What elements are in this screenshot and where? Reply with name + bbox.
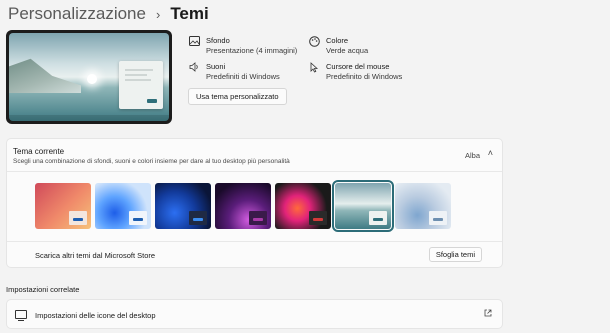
use-custom-theme-button[interactable]: Usa tema personalizzato [188, 88, 287, 105]
current-theme-header[interactable]: Tema corrente Scegli una combinazione di… [13, 147, 290, 165]
current-theme-value: Alba [464, 151, 480, 160]
browse-themes-button[interactable]: Sfoglia temi [428, 247, 482, 262]
sounds-value: Predefiniti di Windows [206, 72, 280, 81]
breadcrumb-separator-icon: › [155, 6, 161, 22]
speaker-icon [188, 62, 200, 74]
external-link-icon [484, 309, 492, 319]
preview-window-line [125, 69, 153, 71]
theme-thumbnail-accent [313, 218, 323, 221]
background-label: Sfondo [206, 36, 230, 45]
theme-preview [6, 30, 172, 124]
desktop-icon-settings-label: Impostazioni delle icone del desktop [35, 311, 156, 320]
theme-thumbnail-accent [433, 218, 443, 221]
preview-wallpaper [9, 33, 169, 121]
divider [7, 171, 502, 172]
theme-thumbnail-accent [253, 218, 263, 221]
theme-thumbnail-theme-3[interactable] [155, 183, 211, 229]
breadcrumb: Personalizzazione › Temi [8, 4, 209, 24]
theme-thumbnail-accent [73, 218, 83, 221]
cursor-value: Predefinito di Windows [326, 72, 403, 81]
chevron-up-icon[interactable]: ˄ [488, 148, 493, 158]
preview-window [119, 61, 163, 109]
page-title: Temi [170, 4, 209, 23]
cursor-icon [308, 62, 320, 74]
theme-thumbnail-accent [133, 218, 143, 221]
preview-window-line [125, 79, 151, 81]
property-sounds[interactable]: Suoni Predefiniti di Windows [188, 62, 280, 82]
preview-taskbar [9, 115, 169, 121]
sounds-label: Suoni [206, 62, 226, 71]
cursor-label: Cursore del mouse [326, 62, 390, 71]
preview-window-line [125, 74, 147, 76]
preview-window-button [147, 99, 157, 103]
palette-icon [308, 36, 320, 48]
theme-thumbnail-accent [373, 218, 383, 221]
color-value: Verde acqua [326, 46, 369, 55]
current-theme-subtitle: Scegli una combinazione di sfondi, suoni… [13, 158, 290, 165]
breadcrumb-parent[interactable]: Personalizzazione [8, 4, 146, 24]
monitor-icon [15, 310, 27, 321]
current-theme-title: Tema corrente [13, 147, 65, 156]
desktop-icon-settings-item[interactable]: Impostazioni delle icone del desktop [6, 299, 503, 329]
current-theme-panel: Tema corrente Scegli una combinazione di… [6, 138, 503, 268]
theme-thumbnail-theme-1[interactable] [35, 183, 91, 229]
theme-thumbnail-theme-2[interactable] [95, 183, 151, 229]
theme-thumbnail-theme-4[interactable] [215, 183, 271, 229]
image-icon [188, 36, 200, 48]
preview-sun [87, 74, 97, 84]
property-color[interactable]: Colore Verde acqua [308, 36, 368, 56]
theme-thumbnail-theme-5[interactable] [275, 183, 331, 229]
theme-gallery [35, 180, 451, 232]
background-value: Presentazione (4 immagini) [206, 46, 298, 55]
color-label: Colore [326, 36, 349, 45]
theme-thumbnail-theme-7[interactable] [395, 183, 451, 229]
theme-thumbnail-accent [193, 218, 203, 221]
related-settings-title: Impostazioni correlate [6, 285, 80, 294]
property-cursor[interactable]: Cursore del mouse Predefinito di Windows [308, 62, 402, 82]
property-background[interactable]: Sfondo Presentazione (4 immagini) [188, 36, 297, 56]
theme-thumbnail-theme-6[interactable] [332, 180, 394, 232]
divider [7, 241, 502, 242]
store-label: Scarica altri temi dal Microsoft Store [35, 251, 156, 260]
preview-landscape [9, 58, 81, 93]
